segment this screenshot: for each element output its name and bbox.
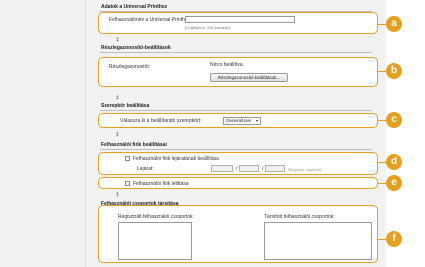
date-separator: /: [236, 166, 238, 172]
callout-c: c: [386, 112, 402, 128]
associated-groups-label: Társított felhasználói csoportok:: [264, 214, 335, 220]
groups-highlight: Regisztrált felhasználói csoportok: Társ…: [98, 205, 378, 263]
role-highlight: Válassza ki a beállítandó szerepkört: Ge…: [98, 113, 378, 128]
dept-id-highlight: Részlegazonosító: Nincs beállítva. Részl…: [98, 57, 378, 87]
account-disable-checkbox[interactable]: [125, 181, 130, 186]
registered-groups-label: Regisztrált felhasználói csoportok:: [118, 214, 194, 220]
account-expiry-checkbox[interactable]: [125, 156, 130, 161]
dept-id-section-title: Részlegazonosító-beállítások: [101, 45, 171, 51]
callout-f: f: [386, 231, 402, 247]
callout-d: d: [386, 154, 402, 170]
expiry-date-label: Lejárat:: [137, 166, 154, 172]
section-divider: [100, 149, 372, 150]
collapse-icon[interactable]: ‡: [116, 193, 119, 198]
account-expiry-highlight: Felhasználói fiók lejáratának beállítása…: [98, 152, 378, 175]
callout-b: b: [386, 63, 402, 79]
callout-connector: [378, 183, 386, 184]
callout-e: e: [386, 175, 402, 191]
account-disable-label: Felhasználói fiók letiltása: [133, 181, 189, 187]
collapse-icon[interactable]: ‡: [116, 38, 119, 43]
callout-connector: [378, 24, 386, 25]
role-selected-value: GeneralUser: [226, 118, 252, 123]
associated-groups-list[interactable]: [264, 222, 372, 260]
date-separator: /: [262, 166, 264, 172]
expiry-year-input[interactable]: [211, 165, 233, 172]
expiry-month-input[interactable]: [239, 165, 259, 172]
callout-connector: [378, 239, 386, 240]
role-select[interactable]: GeneralUser ▾: [223, 117, 261, 125]
settings-content: Adatok a Universal Printhez Felhasználón…: [92, 0, 384, 267]
univ-print-username-input[interactable]: [185, 16, 295, 23]
dept-id-settings-button[interactable]: Részlegazonosító-beállítások...: [210, 73, 288, 82]
registered-groups-list[interactable]: [118, 222, 192, 260]
section-divider: [100, 52, 372, 53]
settings-panel: Adatok a Universal Printhez Felhasználón…: [86, 0, 386, 267]
role-select-label: Válassza ki a beállítandó szerepkört:: [120, 118, 202, 124]
callout-connector: [378, 162, 386, 163]
collapse-icon[interactable]: ‡: [116, 133, 119, 138]
collapse-icon[interactable]: ‡: [116, 96, 119, 101]
account-disable-highlight: Felhasználói fiók letiltása: [98, 177, 378, 189]
chevron-down-icon: ▾: [255, 118, 258, 123]
account-section-title: Felhasználói fiók beállításai: [101, 142, 167, 148]
role-section-title: Szerepkör beállítása: [101, 103, 150, 109]
univ-print-highlight: Felhasználónév a Universal Printhez: (Le…: [98, 12, 378, 34]
dept-id-label: Részlegazonosító:: [109, 64, 151, 70]
expiry-day-input[interactable]: [265, 165, 285, 172]
univ-print-section-title: Adatok a Universal Printhez: [101, 4, 168, 10]
section-divider: [100, 110, 372, 111]
callout-connector: [378, 120, 386, 121]
callout-connector: [378, 71, 386, 72]
callout-a: a: [386, 16, 402, 32]
calendar-link[interactable]: Megadás naptárral: [288, 167, 321, 172]
left-column: [0, 0, 86, 267]
univ-print-hint: (Legfeljebb: 256 karakter): [185, 25, 231, 30]
dept-id-status: Nincs beállítva.: [210, 62, 244, 68]
univ-print-username-label: Felhasználónév a Universal Printhez:: [109, 17, 192, 23]
account-expiry-label: Felhasználói fiók lejáratának beállítása: [133, 156, 219, 162]
